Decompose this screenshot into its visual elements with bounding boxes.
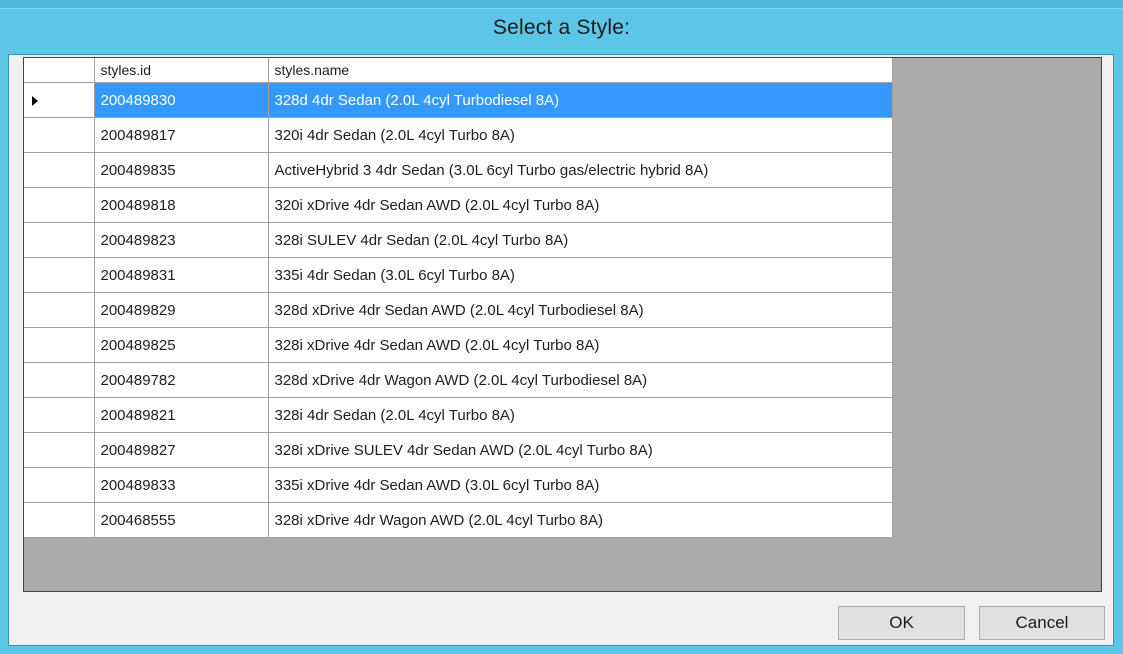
table-row[interactable]: 200489821 328i 4dr Sedan (2.0L 4cyl Turbo… bbox=[24, 397, 893, 433]
cell-styles-id[interactable]: 200468555 bbox=[94, 502, 269, 538]
cell-styles-id[interactable]: 200489821 bbox=[94, 397, 269, 433]
row-header[interactable] bbox=[24, 187, 95, 223]
table-row[interactable]: 200489827 328i xDrive SULEV 4dr Sedan AWD… bbox=[24, 432, 893, 468]
cell-styles-name[interactable]: 335i 4dr Sedan (3.0L 6cyl Turbo 8A) bbox=[268, 257, 893, 293]
cell-styles-id[interactable]: 200489830 bbox=[94, 82, 269, 118]
cell-styles-name[interactable]: 328i xDrive 4dr Wagon AWD (2.0L 4cyl Tur… bbox=[268, 502, 893, 538]
row-header[interactable] bbox=[24, 362, 95, 398]
header-row: styles.id styles.name bbox=[24, 58, 893, 83]
cell-styles-id[interactable]: 200489827 bbox=[94, 432, 269, 468]
cell-styles-name[interactable]: 320i xDrive 4dr Sedan AWD (2.0L 4cyl Tur… bbox=[268, 187, 893, 223]
cell-styles-id[interactable]: 200489829 bbox=[94, 292, 269, 328]
table-row[interactable]: 200489823 328i SULEV 4dr Sedan (2.0L 4cyl… bbox=[24, 222, 893, 258]
cell-styles-id[interactable]: 200489818 bbox=[94, 187, 269, 223]
cell-styles-name[interactable]: 328d 4dr Sedan (2.0L 4cyl Turbodiesel 8A… bbox=[268, 82, 893, 118]
table-row[interactable]: 200489829 328d xDrive 4dr Sedan AWD (2.0L… bbox=[24, 292, 893, 328]
cell-styles-name[interactable]: 328i xDrive 4dr Sedan AWD (2.0L 4cyl Tur… bbox=[268, 327, 893, 363]
cell-styles-name[interactable]: 328d xDrive 4dr Wagon AWD (2.0L 4cyl Tur… bbox=[268, 362, 893, 398]
cell-styles-name[interactable]: 335i xDrive 4dr Sedan AWD (3.0L 6cyl Tur… bbox=[268, 467, 893, 503]
dialog-title: Select a Style: bbox=[492, 16, 631, 39]
table-row[interactable]: 200489831 335i 4dr Sedan (3.0L 6cyl Turbo… bbox=[24, 257, 893, 293]
row-header[interactable] bbox=[24, 292, 95, 328]
select-style-dialog: Select a Style: styles.id styles.name 20… bbox=[0, 0, 1123, 654]
cancel-button[interactable]: Cancel bbox=[979, 606, 1105, 640]
cell-styles-id[interactable]: 200489833 bbox=[94, 467, 269, 503]
table-row[interactable]: 200489818 320i xDrive 4dr Sedan AWD (2.0L… bbox=[24, 187, 893, 223]
table-row[interactable]: 200489782 328d xDrive 4dr Wagon AWD (2.0L… bbox=[24, 362, 893, 398]
column-header-styles-name[interactable]: styles.name bbox=[268, 58, 893, 83]
cell-styles-id[interactable]: 200489825 bbox=[94, 327, 269, 363]
ok-button[interactable]: OK bbox=[838, 606, 965, 640]
cell-styles-name[interactable]: 320i 4dr Sedan (2.0L 4cyl Turbo 8A) bbox=[268, 117, 893, 153]
dialog-client-area: styles.id styles.name 200489830 328d 4dr … bbox=[8, 54, 1114, 646]
table-row[interactable]: 200489835 ActiveHybrid 3 4dr Sedan (3.0L … bbox=[24, 152, 893, 188]
cell-styles-name[interactable]: 328i SULEV 4dr Sedan (2.0L 4cyl Turbo 8A… bbox=[268, 222, 893, 258]
row-header[interactable] bbox=[24, 222, 95, 258]
cell-styles-id[interactable]: 200489782 bbox=[94, 362, 269, 398]
row-header[interactable] bbox=[24, 467, 95, 503]
table-row[interactable]: 200489817 320i 4dr Sedan (2.0L 4cyl Turbo… bbox=[24, 117, 893, 153]
table-row[interactable]: 200468555 328i xDrive 4dr Wagon AWD (2.0L… bbox=[24, 502, 893, 538]
row-header[interactable] bbox=[24, 152, 95, 188]
styles-data-grid[interactable]: styles.id styles.name 200489830 328d 4dr … bbox=[23, 57, 1102, 592]
table-row[interactable]: 200489830 328d 4dr Sedan (2.0L 4cyl Turbo… bbox=[24, 82, 893, 118]
row-header[interactable] bbox=[24, 257, 95, 293]
window-top-strip bbox=[0, 0, 1123, 9]
cell-styles-name[interactable]: 328d xDrive 4dr Sedan AWD (2.0L 4cyl Tur… bbox=[268, 292, 893, 328]
table-row[interactable]: 200489833 335i xDrive 4dr Sedan AWD (3.0L… bbox=[24, 467, 893, 503]
row-header[interactable] bbox=[24, 117, 95, 153]
row-header[interactable] bbox=[24, 327, 95, 363]
grid-corner-header[interactable] bbox=[24, 58, 95, 83]
row-pointer-icon bbox=[32, 95, 38, 106]
cell-styles-name[interactable]: 328i 4dr Sedan (2.0L 4cyl Turbo 8A) bbox=[268, 397, 893, 433]
row-header[interactable] bbox=[24, 432, 95, 468]
cell-styles-id[interactable]: 200489823 bbox=[94, 222, 269, 258]
table-row[interactable]: 200489825 328i xDrive 4dr Sedan AWD (2.0L… bbox=[24, 327, 893, 363]
cell-styles-id[interactable]: 200489835 bbox=[94, 152, 269, 188]
row-header[interactable] bbox=[24, 82, 95, 118]
cell-styles-id[interactable]: 200489831 bbox=[94, 257, 269, 293]
cell-styles-name[interactable]: ActiveHybrid 3 4dr Sedan (3.0L 6cyl Turb… bbox=[268, 152, 893, 188]
column-header-styles-id[interactable]: styles.id bbox=[94, 58, 269, 83]
cell-styles-id[interactable]: 200489817 bbox=[94, 117, 269, 153]
cell-styles-name[interactable]: 328i xDrive SULEV 4dr Sedan AWD (2.0L 4c… bbox=[268, 432, 893, 468]
row-header[interactable] bbox=[24, 502, 95, 538]
row-header[interactable] bbox=[24, 397, 95, 433]
styles-table: styles.id styles.name 200489830 328d 4dr … bbox=[24, 58, 893, 538]
